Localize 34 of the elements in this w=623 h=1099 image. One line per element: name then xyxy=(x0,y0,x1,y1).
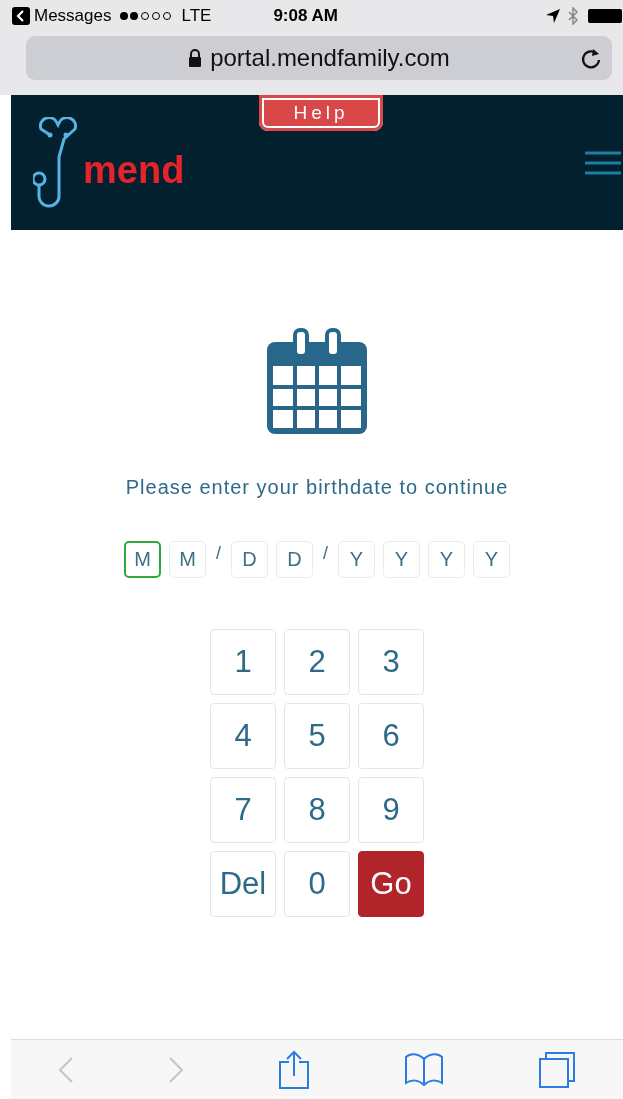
help-button[interactable]: Help xyxy=(259,95,383,131)
digit-key[interactable]: 2 xyxy=(284,629,350,695)
lock-icon xyxy=(188,49,203,67)
date-separator: / xyxy=(323,542,328,565)
network-label: LTE xyxy=(181,4,212,27)
digit-key[interactable]: 7 xyxy=(210,777,276,843)
menu-icon[interactable] xyxy=(585,151,621,175)
digit-key[interactable]: 4 xyxy=(210,703,276,769)
tabs-icon[interactable] xyxy=(538,1050,576,1089)
digit-key[interactable]: 5 xyxy=(284,703,350,769)
date-digit-field[interactable]: M xyxy=(124,541,161,578)
digit-key[interactable]: 3 xyxy=(358,629,424,695)
reload-icon[interactable] xyxy=(580,46,602,70)
delete-key[interactable]: Del xyxy=(210,851,276,917)
logo-text: mend xyxy=(83,151,185,189)
go-button[interactable]: Go xyxy=(358,851,424,917)
digit-key[interactable]: 9 xyxy=(358,777,424,843)
address-bar[interactable]: portal.mendfamily.com xyxy=(26,36,612,80)
instruction-text: Please enter your birthdate to continue xyxy=(125,475,509,500)
bluetooth-icon xyxy=(567,6,579,25)
signal-icon xyxy=(119,10,174,21)
digit-key[interactable]: 0 xyxy=(284,851,350,917)
digit-key[interactable]: 6 xyxy=(358,703,424,769)
clock: 9:08 AM xyxy=(273,4,338,27)
url-text: portal.mendfamily.com xyxy=(210,43,450,73)
calendar-icon xyxy=(267,328,367,434)
battery-icon xyxy=(587,7,623,24)
back-app-link[interactable]: Messages xyxy=(34,2,112,29)
date-separator: / xyxy=(216,542,221,565)
digit-key[interactable]: 8 xyxy=(284,777,350,843)
digit-key[interactable]: 1 xyxy=(210,629,276,695)
location-icon xyxy=(545,7,561,24)
share-icon[interactable] xyxy=(278,1049,310,1090)
book-icon[interactable] xyxy=(404,1052,444,1087)
